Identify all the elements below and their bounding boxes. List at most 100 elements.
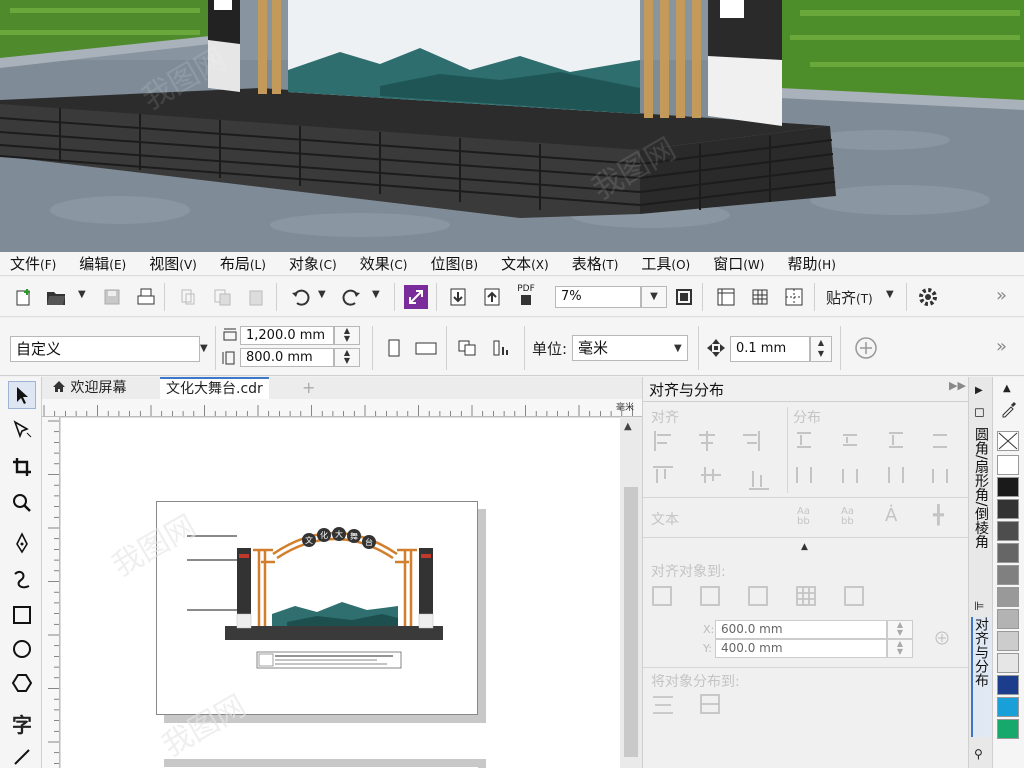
zoom-level-field[interactable]: 7% bbox=[555, 286, 641, 308]
undo-icon[interactable] bbox=[288, 285, 312, 309]
current-page-icon[interactable] bbox=[490, 336, 514, 360]
align-to-buttons[interactable] bbox=[651, 585, 871, 609]
color-swatch[interactable] bbox=[997, 543, 1019, 563]
options-gear-icon[interactable] bbox=[916, 285, 940, 309]
tab-document[interactable]: 文化大舞台.cdr bbox=[160, 377, 269, 399]
add-coordinate-icon[interactable] bbox=[933, 627, 953, 647]
cut-icon[interactable] bbox=[176, 285, 200, 309]
page-preset-dropdown-arrow[interactable]: ▼ bbox=[200, 343, 208, 354]
page-width-field[interactable]: 1,200.0 mm bbox=[240, 326, 334, 345]
guidelines-icon[interactable] bbox=[782, 285, 806, 309]
text-tool-icon[interactable]: 字 bbox=[8, 709, 36, 737]
open-folder-icon[interactable] bbox=[44, 285, 68, 309]
undo-dropdown-arrow[interactable]: ▼ bbox=[318, 289, 326, 300]
pick-tool-icon[interactable] bbox=[8, 381, 36, 409]
parallel-dimension-tool-icon[interactable] bbox=[8, 743, 36, 771]
nudge-spinner[interactable]: ▲ ▼ bbox=[810, 336, 832, 362]
full-screen-icon[interactable] bbox=[672, 285, 696, 309]
menu-view[interactable]: 视图(V) bbox=[149, 253, 197, 274]
menu-effects[interactable]: 效果(C) bbox=[360, 253, 408, 274]
page-height-spinner[interactable]: ▲ ▼ bbox=[334, 348, 360, 367]
tab-welcome-screen[interactable]: 欢迎屏幕 bbox=[46, 377, 133, 399]
snap-dropdown-arrow[interactable]: ▼ bbox=[886, 289, 894, 300]
polygon-tool-icon[interactable] bbox=[8, 669, 36, 697]
publish-pdf-icon[interactable]: PDF bbox=[514, 283, 538, 307]
copy-icon[interactable] bbox=[210, 285, 234, 309]
color-swatch[interactable] bbox=[997, 587, 1019, 607]
menu-window[interactable]: 窗口(W) bbox=[713, 253, 764, 274]
menu-text[interactable]: 文本(X) bbox=[501, 253, 549, 274]
x-coordinate-spinner[interactable]: ▲ ▼ bbox=[887, 620, 913, 639]
units-dropdown-arrow[interactable]: ▼ bbox=[674, 343, 682, 354]
y-coordinate-field[interactable]: 400.0 mm bbox=[715, 639, 887, 658]
add-docker-icon[interactable]: ⚲ bbox=[974, 747, 983, 761]
menu-edit[interactable]: 编辑(E) bbox=[79, 253, 126, 274]
menu-help[interactable]: 帮助(H) bbox=[787, 253, 835, 274]
menu-file[interactable]: 文件(F) bbox=[10, 253, 56, 274]
shape-tool-icon[interactable] bbox=[8, 415, 36, 443]
scrollbar-thumb[interactable] bbox=[624, 487, 638, 757]
color-swatch[interactable] bbox=[997, 477, 1019, 497]
color-swatch[interactable] bbox=[997, 653, 1019, 673]
color-swatch[interactable] bbox=[997, 719, 1019, 739]
artistic-media-tool-icon[interactable] bbox=[8, 565, 36, 593]
export-icon[interactable] bbox=[480, 285, 504, 309]
nudge-distance-field[interactable]: 0.1 mm bbox=[730, 336, 810, 362]
drawing-canvas[interactable]: 文 化 大 舞 台 我图网 我图网 bbox=[60, 417, 620, 768]
propertybar-overflow[interactable]: » bbox=[996, 336, 1007, 357]
scroll-up-arrow[interactable]: ▲ bbox=[624, 421, 632, 432]
docker-tabs-arrow[interactable]: ▶ bbox=[975, 385, 983, 396]
menu-bitmaps[interactable]: 位图(B) bbox=[430, 253, 478, 274]
snap-to-button[interactable]: 贴齐(T) bbox=[826, 287, 873, 308]
crop-tool-icon[interactable] bbox=[8, 453, 36, 481]
open-dropdown-arrow[interactable]: ▼ bbox=[78, 289, 86, 300]
add-preset-icon[interactable] bbox=[854, 336, 878, 360]
color-swatch[interactable] bbox=[997, 521, 1019, 541]
docker-expand-icon[interactable]: ▶▶ bbox=[949, 379, 966, 392]
color-swatch[interactable] bbox=[997, 609, 1019, 629]
vertical-scrollbar[interactable]: ▲ bbox=[620, 417, 642, 768]
toolbar-overflow[interactable]: » bbox=[996, 285, 1007, 306]
distribute-to-buttons[interactable] bbox=[651, 693, 731, 717]
landscape-icon[interactable] bbox=[414, 336, 438, 360]
color-swatch[interactable] bbox=[997, 697, 1019, 717]
horizontal-ruler[interactable]: 毫米 bbox=[42, 399, 642, 417]
page-width-spinner[interactable]: ▲ ▼ bbox=[334, 326, 360, 345]
no-fill-swatch[interactable] bbox=[997, 431, 1019, 451]
menu-table[interactable]: 表格(T) bbox=[572, 253, 619, 274]
color-swatch[interactable] bbox=[997, 455, 1019, 475]
new-document-icon[interactable] bbox=[12, 285, 36, 309]
tab-align-distribute[interactable]: 对齐与分布 bbox=[971, 617, 991, 737]
page-preset-select[interactable]: 自定义 bbox=[10, 336, 200, 362]
import-icon[interactable] bbox=[446, 285, 470, 309]
align-buttons[interactable] bbox=[651, 429, 783, 493]
new-tab-button[interactable]: + bbox=[296, 377, 321, 399]
color-swatch[interactable] bbox=[997, 675, 1019, 695]
distribute-buttons[interactable] bbox=[793, 429, 963, 493]
print-icon[interactable] bbox=[134, 285, 158, 309]
portrait-icon[interactable] bbox=[382, 336, 406, 360]
page-height-field[interactable]: 800.0 mm bbox=[240, 348, 334, 367]
all-pages-icon[interactable] bbox=[456, 336, 480, 360]
x-coordinate-field[interactable]: 600.0 mm bbox=[715, 620, 887, 639]
search-content-icon[interactable] bbox=[404, 285, 428, 309]
color-swatch[interactable] bbox=[997, 631, 1019, 651]
rectangle-tool-icon[interactable] bbox=[8, 601, 36, 629]
units-select[interactable]: 毫米 bbox=[572, 335, 688, 361]
rulers-icon[interactable] bbox=[714, 285, 738, 309]
eyedropper-icon[interactable] bbox=[999, 399, 1019, 419]
freehand-tool-icon[interactable] bbox=[8, 529, 36, 557]
palette-scroll-up-arrow[interactable]: ▲ bbox=[1003, 383, 1011, 394]
redo-icon[interactable] bbox=[340, 285, 364, 309]
y-coordinate-spinner[interactable]: ▲ ▼ bbox=[887, 639, 913, 658]
zoom-dropdown-arrow[interactable]: ▼ bbox=[641, 286, 667, 308]
menu-tools[interactable]: 工具(O) bbox=[641, 253, 690, 274]
zoom-tool-icon[interactable] bbox=[8, 489, 36, 517]
ellipse-tool-icon[interactable] bbox=[8, 635, 36, 663]
paste-icon[interactable] bbox=[244, 285, 268, 309]
tab-fillet-scallop-chamfer[interactable]: 圆角/扇形角/倒棱角 bbox=[971, 427, 991, 587]
color-swatch[interactable] bbox=[997, 565, 1019, 585]
menu-object[interactable]: 对象(C) bbox=[289, 253, 337, 274]
collapse-section-arrow[interactable]: ▲ bbox=[801, 542, 808, 552]
text-align-buttons[interactable]: Aa bb Aa bb Ȧ ╋ bbox=[793, 505, 963, 531]
